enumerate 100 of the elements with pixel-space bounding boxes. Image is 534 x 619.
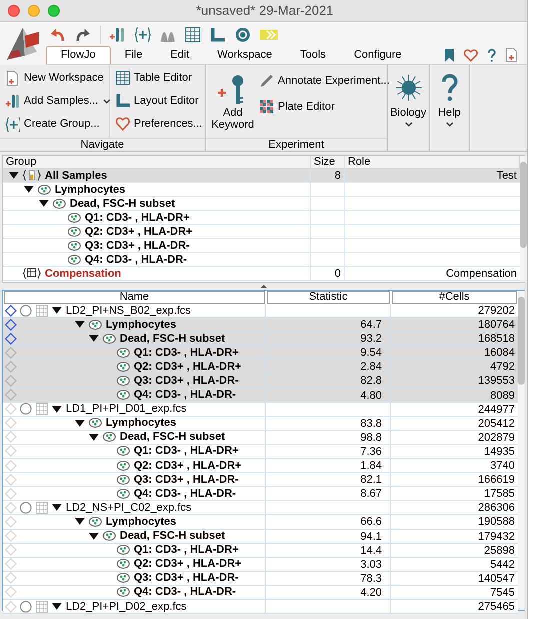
ribbon-button[interactable]: Table Editor [116,68,205,88]
scrollbar-thumb[interactable] [518,297,525,385]
expanded-triangle-icon[interactable] [9,172,19,179]
circle-icon[interactable] [20,600,32,613]
table-row[interactable]: Q4: CD3- , HLA-DR- [3,253,520,267]
circle-icon[interactable] [20,304,32,317]
diamond-icon[interactable] [5,318,17,331]
add-group-icon[interactable] [135,26,151,42]
gate-name: Q4: CD3- , HLA-DR- [134,585,236,600]
bookmark-icon[interactable] [445,48,454,62]
circle-icon[interactable] [20,502,32,514]
diamond-icon[interactable] [5,304,17,317]
table-row[interactable]: Lymphocytes 64.7 180764 [3,318,518,332]
menu-tab[interactable]: FlowJo [46,46,111,64]
table-row[interactable]: Dead, FSC-H subset 98.8 202879 [3,430,518,445]
new-document-icon[interactable] [506,48,517,62]
ribbon-button[interactable]: New Workspace [6,68,109,88]
group-name: Q3: CD3+ , HLA-DR- [85,238,190,252]
column-header[interactable]: Statistic [267,291,390,304]
help-button[interactable]: Help [430,65,469,138]
layout-icon[interactable] [210,26,226,42]
cell-icon [394,73,424,103]
ribbon-button[interactable]: Create Group... [6,114,109,134]
expanded-triangle-icon[interactable] [24,186,34,193]
expanded-triangle-icon[interactable] [52,603,62,610]
diamond-icon[interactable] [5,332,17,345]
table-row[interactable]: Q1: CD3- , HLA-DR+ 14.4 25898 [3,544,518,558]
table-row[interactable]: Q4: CD3- , HLA-DR- 4.20 7545 [3,586,518,600]
table-row[interactable]: Dead, FSC-H subset 94.1 179432 [3,530,518,544]
close-button[interactable] [8,4,20,16]
column-header[interactable]: #Cells [392,291,517,304]
scrollbar-thumb[interactable] [520,162,527,248]
cell-count: 139553 [478,375,515,388]
menu-tab[interactable]: File [110,46,157,64]
table-row[interactable]: Q1: CD3- , HLA-DR+ [3,211,520,225]
table-row[interactable]: Compensation 0 Compensation [3,267,520,281]
expanded-triangle-icon[interactable] [52,307,62,314]
expanded-triangle-icon[interactable] [89,434,99,441]
help-icon[interactable] [488,48,496,62]
table-row[interactable]: Lymphocytes [3,183,520,197]
heart-icon[interactable] [464,48,478,62]
table-row[interactable]: Lymphocytes 83.8 205412 [3,416,518,431]
expanded-triangle-icon[interactable] [39,200,49,207]
table-row[interactable]: Dead, FSC-H subset 93.2 168518 [3,332,518,346]
add-keyword-button[interactable]: Add Keyword [206,65,260,138]
table-row[interactable]: Dead, FSC-H subset [3,197,520,211]
column-header[interactable]: Name [4,291,265,304]
minimize-button[interactable] [28,4,40,16]
table-row[interactable]: Q3: CD3+ , HLA-DR- 82.1 166619 [3,473,518,488]
table-row[interactable]: LD2_PI+NS_B02_exp.fcs 279202 [3,304,518,318]
menu-tab[interactable]: Configure [340,46,416,64]
circle-icon[interactable] [20,403,32,416]
zoom-button[interactable] [48,4,60,16]
ribbon-button[interactable]: Add Samples... [6,92,109,112]
group-name: Q1: CD3- , HLA-DR+ [85,210,190,224]
sample-name: LD2_NS+PI_C02_exp.fcs [66,500,192,515]
add-tubes-icon[interactable] [110,26,126,42]
expanded-triangle-icon[interactable] [75,420,85,427]
column-header[interactable]: Size [311,156,345,168]
table-row[interactable]: LD2_NS+PI_C02_exp.fcs 286306 [3,501,518,516]
biology-button[interactable]: Biology [388,65,429,138]
table-row[interactable]: Q2: CD3+ , HLA-DR+ 2.84 4792 [3,360,518,374]
table-icon[interactable] [185,26,201,42]
pyramid-logo-icon[interactable] [5,26,41,62]
column-header[interactable]: Group [3,156,311,168]
expanded-triangle-icon[interactable] [89,335,99,342]
ribbon-button[interactable]: Preferences... [116,114,205,134]
gate-name: Q4: CD3- , HLA-DR- [134,486,236,501]
menu-tab[interactable]: Edit [156,46,204,64]
table-row[interactable]: Lymphocytes 66.6 190588 [3,515,518,530]
expanded-triangle-icon[interactable] [52,504,62,512]
gate-icon [117,488,130,499]
table-row[interactable]: Q4: CD3- , HLA-DR- 8.67 17585 [3,487,518,502]
group-label: Experiment [206,138,387,151]
table-row[interactable]: Q3: CD3+ , HLA-DR- [3,239,520,253]
role-value: Test [496,170,517,182]
ribbon-button[interactable]: Plate Editor [260,97,390,117]
table-row[interactable]: Q4: CD3- , HLA-DR- 4.80 8089 [3,388,518,403]
ribbon-button[interactable]: Layout Editor [116,92,205,112]
ribbon-button[interactable]: Annotate Experiment... [260,71,390,91]
menu-tab[interactable]: Tools [286,46,340,64]
table-row[interactable]: Q3: CD3+ , HLA-DR- 78.3 140547 [3,572,518,586]
table-row[interactable]: Q3: CD3+ , HLA-DR- 82.8 139553 [3,374,518,389]
expanded-triangle-icon[interactable] [89,532,99,540]
cell-count: 244977 [478,404,515,416]
table-row[interactable]: Q2: CD3+ , HLA-DR+ 1.84 3740 [3,459,518,474]
menu-tab[interactable]: Workspace [204,46,286,64]
table-row[interactable]: LD1_PI+PI_D01_exp.fcs 244977 [3,402,518,417]
undo-icon[interactable] [50,28,66,42]
table-row[interactable]: Q2: CD3+ , HLA-DR+ [3,225,520,239]
table-row[interactable]: Q2: CD3+ , HLA-DR+ 3.03 5442 [3,558,518,572]
table-row[interactable]: Q1: CD3- , HLA-DR+ 9.54 16084 [3,346,518,360]
expanded-triangle-icon[interactable] [75,321,85,328]
expanded-triangle-icon[interactable] [75,518,85,526]
gate-name: Q2: CD3+ , HLA-DR+ [134,458,242,473]
expanded-triangle-icon[interactable] [52,406,62,413]
table-row[interactable]: All Samples 8 Test [3,169,520,183]
table-row[interactable]: Q1: CD3- , HLA-DR+ 7.36 14935 [3,444,518,460]
redo-icon[interactable] [75,28,91,42]
table-row[interactable]: LD2_PI+PI_D02_exp.fcs 275465 [3,600,518,614]
